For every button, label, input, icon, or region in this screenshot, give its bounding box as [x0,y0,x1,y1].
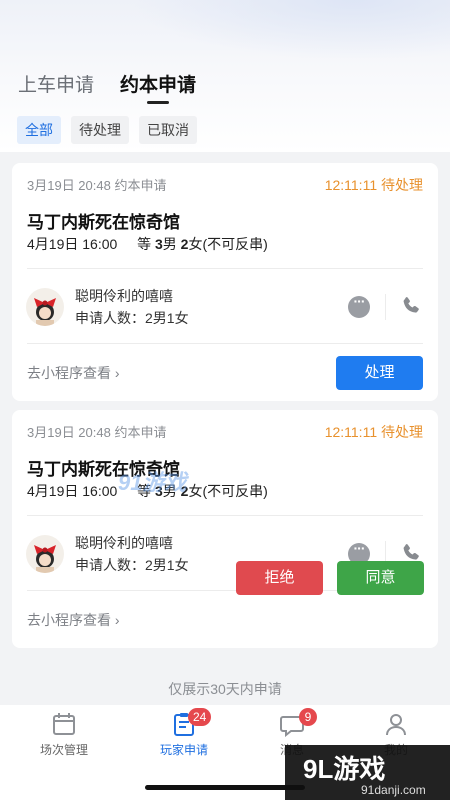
applicant-name: 聪明伶利的嘻嘻 [75,535,173,551]
watermark-logo: 91游戏 [118,470,187,495]
divider [27,343,423,344]
avatar[interactable] [26,288,64,326]
filter-all[interactable]: 全部 [17,116,61,144]
tab-booking-requests[interactable]: 约本申请 [120,70,196,97]
divider [27,515,423,516]
calendar-icon [53,713,75,735]
notification-badge: 24 [188,708,212,726]
mini-program-link-label: 去小程序查看 [27,612,111,628]
players-prefix: 等 [137,236,152,252]
request-meta: 3月19日 20:48 约本申请 [27,425,167,440]
script-title: 马丁内斯死在惊奇馆 [27,213,180,232]
nav-label: 玩家申请 [159,743,208,757]
process-button[interactable]: 处理 [336,356,423,390]
chevron-right-icon: › [114,365,120,381]
nav-session-management[interactable]: 场次管理 [19,711,109,758]
home-indicator [145,785,305,790]
applicant-name: 聪明伶利的嘻嘻 [75,288,173,304]
watermark-title: 9L游戏 [303,754,386,784]
female-label: 女 [188,236,203,252]
reject-button[interactable]: 拒绝 [236,561,323,595]
request-meta: 3月19日 20:48 约本申请 [27,178,167,193]
notification-badge: 9 [299,708,317,726]
watermark-url: 91danji.com [361,783,426,797]
tab-boarding-requests[interactable]: 上车申请 [18,70,94,97]
corner-watermark: 9L游戏 91danji.com [285,745,450,800]
divider [27,268,423,269]
nav-label: 场次管理 [39,743,88,757]
phone-icon[interactable] [400,295,422,317]
request-card[interactable]: 3月19日 20:48 约本申请 12:11:11 待处理 马丁内斯死在惊奇馆 … [12,163,438,401]
avatar[interactable] [26,535,64,573]
players-suffix: (不可反串) [202,236,268,252]
applicant-count: 申请人数：2男1女 [75,310,189,326]
message-icon[interactable] [348,293,370,318]
main-tabs: 上车申请 约本申请 [18,70,196,97]
request-card[interactable]: 3月19日 20:48 约本申请 12:11:11 待处理 马丁内斯死在惊奇馆 … [12,410,438,648]
status-badge: 12:11:11 待处理 [324,424,423,440]
male-count: 3 [154,236,163,252]
nav-player-requests[interactable]: 玩家申请 [139,711,229,758]
icon-separator [385,294,386,320]
filter-cancelled[interactable]: 已取消 [139,116,197,144]
mini-program-link[interactable]: 去小程序查看 › [27,363,120,383]
active-tab-indicator [147,101,169,104]
chevron-right-icon: › [114,612,120,628]
applicant-count: 申请人数：2男1女 [75,557,189,573]
mini-program-link[interactable]: 去小程序查看 › [27,610,120,630]
filter-pending[interactable]: 待处理 [71,116,129,144]
accept-button[interactable]: 同意 [337,561,424,595]
session-time: 4月19日 16:00 [27,236,118,252]
session-info: 4月19日 16:00 等 3男 2女(不可反串) [27,234,268,254]
male-label: 男 [162,236,177,252]
session-time: 4月19日 16:00 [27,483,118,499]
filter-chips: 全部 待处理 已取消 [17,116,197,144]
players-suffix: (不可反串) [202,483,268,499]
footer-note: 仅展示30天内申请 [168,681,282,697]
status-badge: 12:11:11 待处理 [324,177,423,193]
profile-icon [386,714,406,736]
header-decoration [130,0,450,60]
mini-program-link-label: 去小程序查看 [27,365,111,381]
female-label: 女 [188,483,203,499]
